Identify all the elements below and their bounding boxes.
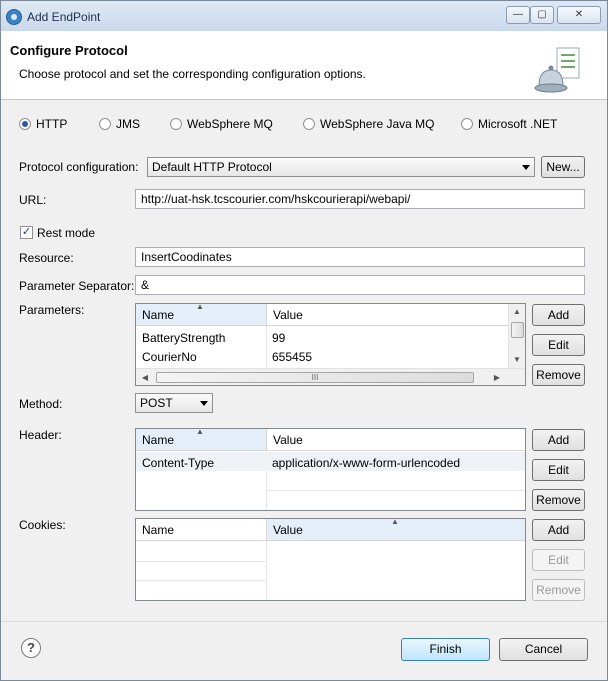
row-divider [136, 580, 266, 581]
app-icon [6, 9, 22, 25]
row-divider [136, 561, 266, 562]
table-row-value[interactable]: application/x-www-form-urlencoded [266, 453, 525, 472]
parameters-vertical-scrollbar[interactable]: ▲ ▼ [508, 304, 525, 368]
radio-websphere-mq-indicator[interactable] [170, 118, 182, 130]
method-value: POST [140, 396, 173, 410]
url-label: URL: [19, 193, 47, 207]
title-bar: Add EndPoint — ▢ ✕ [1, 1, 607, 31]
radio-http-indicator[interactable] [19, 118, 31, 130]
parameters-remove-button[interactable]: Remove [532, 364, 585, 386]
chevron-down-icon [522, 165, 530, 170]
header-edit-button[interactable]: Edit [532, 459, 585, 481]
add-endpoint-dialog: Add EndPoint — ▢ ✕ Configure Protocol Ch… [0, 0, 608, 681]
parameters-table[interactable]: ▲ Name Value BatteryStrength 99 CourierN… [135, 303, 526, 386]
column-divider [266, 541, 267, 600]
maximize-button[interactable]: ▢ [530, 6, 554, 24]
header-column-name[interactable]: ▲ Name [136, 429, 266, 451]
rest-mode-label: Rest mode [37, 226, 96, 240]
new-protocol-button[interactable]: New... [541, 156, 585, 178]
radio-websphere-java-mq-indicator[interactable] [303, 118, 315, 130]
scroll-up-icon[interactable]: ▲ [512, 307, 522, 317]
footer-divider [1, 621, 607, 622]
protocol-config-select[interactable]: Default HTTP Protocol [147, 157, 535, 177]
chevron-down-icon [200, 401, 208, 406]
header-column-name-label: Name [142, 433, 175, 447]
resource-label: Resource: [19, 251, 74, 265]
scroll-down-icon[interactable]: ▼ [512, 355, 522, 365]
cookies-column-value-label: Value [273, 523, 303, 537]
resource-input[interactable]: InsertCoodinates [135, 247, 585, 267]
parameters-label: Parameters: [19, 303, 85, 317]
parameter-separator-input[interactable]: & [135, 275, 585, 295]
cookies-column-name[interactable]: Name [136, 519, 266, 541]
parameters-column-value[interactable]: Value [266, 304, 509, 326]
table-row-value[interactable]: 655455 [266, 347, 509, 366]
cookies-add-button[interactable]: Add [532, 519, 585, 541]
horizontal-scroll-thumb[interactable]: III [156, 372, 474, 383]
sort-ascending-icon: ▲ [196, 428, 204, 436]
cancel-button[interactable]: Cancel [499, 638, 588, 661]
page-subtitle: Choose protocol and set the correspondin… [19, 67, 366, 81]
finish-button[interactable]: Finish [401, 638, 490, 661]
method-select[interactable]: POST [135, 393, 213, 413]
minimize-button[interactable]: — [506, 6, 530, 24]
header-table[interactable]: ▲ Name Value Content-Type application/x-… [135, 428, 526, 511]
protocol-config-value: Default HTTP Protocol [152, 160, 272, 174]
radio-jms[interactable]: JMS [99, 117, 140, 131]
wizard-header: Configure Protocol Choose protocol and s… [1, 31, 607, 100]
table-row-value[interactable]: 99 [266, 328, 509, 347]
radio-jms-label: JMS [116, 117, 140, 131]
sort-ascending-icon: ▲ [391, 518, 399, 526]
url-input[interactable]: http://uat-hsk.tcscourier.com/hskcourier… [135, 189, 585, 209]
radio-http[interactable]: HTTP [19, 117, 67, 131]
radio-websphere-mq[interactable]: WebSphere MQ [170, 117, 273, 131]
parameters-edit-button[interactable]: Edit [532, 334, 585, 356]
column-divider [266, 471, 267, 510]
cookies-edit-button: Edit [532, 549, 585, 571]
table-row-name[interactable]: Content-Type [136, 453, 266, 472]
scroll-right-icon[interactable]: ▶ [492, 373, 502, 383]
endpoint-bell-icon [534, 47, 580, 93]
parameter-separator-label: Parameter Separator: [19, 279, 135, 293]
scroll-left-icon[interactable]: ◀ [140, 373, 150, 383]
radio-microsoft-net-label: Microsoft .NET [478, 117, 558, 131]
protocol-config-label: Protocol configuration: [19, 160, 139, 174]
cookies-label: Cookies: [19, 518, 66, 532]
rest-mode-checkbox[interactable]: ✓ [20, 226, 33, 239]
header-column-value[interactable]: Value [266, 429, 525, 451]
help-icon[interactable]: ? [21, 638, 41, 658]
page-title: Configure Protocol [10, 43, 128, 58]
radio-websphere-java-mq[interactable]: WebSphere Java MQ [303, 117, 435, 131]
parameters-column-name-label: Name [142, 308, 175, 322]
sort-ascending-icon: ▲ [196, 303, 204, 311]
radio-jms-indicator[interactable] [99, 118, 111, 130]
close-button[interactable]: ✕ [557, 6, 601, 24]
header-label: Header: [19, 428, 62, 442]
parameters-add-button[interactable]: Add [532, 304, 585, 326]
parameters-horizontal-scrollbar[interactable]: ◀ III ▶ [136, 368, 525, 385]
radio-websphere-mq-label: WebSphere MQ [187, 117, 273, 131]
table-row-name[interactable]: CourierNo [136, 347, 266, 366]
radio-microsoft-net[interactable]: Microsoft .NET [461, 117, 557, 131]
radio-websphere-java-mq-label: WebSphere Java MQ [320, 117, 435, 131]
parameters-column-name[interactable]: ▲ Name [136, 304, 266, 326]
radio-http-label: HTTP [36, 117, 68, 131]
window-title: Add EndPoint [27, 10, 101, 24]
cookies-column-value[interactable]: ▲ Value [266, 519, 525, 541]
cookies-table[interactable]: Name ▲ Value [135, 518, 526, 601]
radio-microsoft-net-indicator[interactable] [461, 118, 473, 130]
header-add-button[interactable]: Add [532, 429, 585, 451]
vertical-scroll-thumb[interactable] [511, 322, 524, 338]
table-row-name[interactable]: BatteryStrength [136, 328, 266, 347]
method-label: Method: [19, 397, 63, 411]
cookies-remove-button: Remove [532, 579, 585, 601]
header-remove-button[interactable]: Remove [532, 489, 585, 511]
row-divider [266, 490, 525, 491]
